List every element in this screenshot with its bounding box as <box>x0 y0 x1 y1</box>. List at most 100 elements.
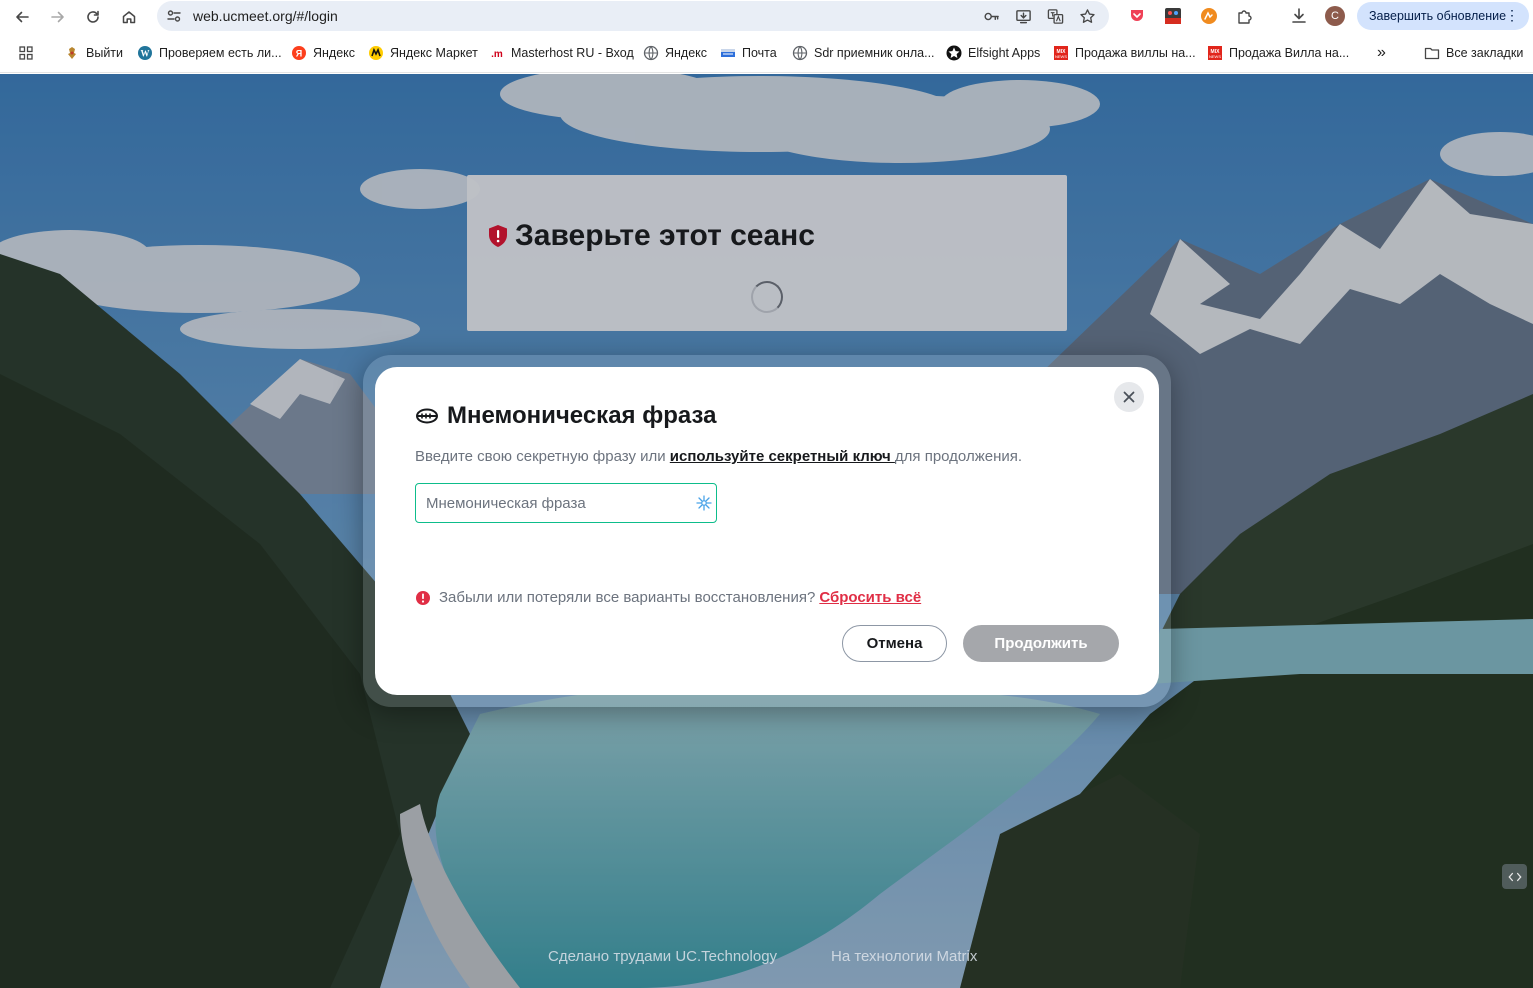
arrow-right-icon <box>51 11 64 23</box>
bookmark-label: Sdr приемник онла... <box>814 46 935 60</box>
bookmark-item[interactable]: Почта <box>720 44 777 62</box>
mix-icon: MIX NEWS <box>1053 45 1069 61</box>
bookmark-label: Яндекс Маркет <box>390 46 478 60</box>
bookmark-item[interactable]: Яндекс <box>643 44 707 62</box>
web-page: Заверьте этот сеанс Мнемоническая фраза … <box>0 74 1533 988</box>
made-by-link[interactable]: Сделано трудами UC.Technology <box>548 948 777 965</box>
profile-avatar[interactable]: C <box>1325 6 1345 26</box>
extension-orange-button[interactable] <box>1199 6 1219 26</box>
bookmark-label: Masterhost RU - Вход <box>511 46 634 60</box>
globe-icon <box>792 45 808 61</box>
crest-icon <box>64 45 80 61</box>
finish-update-button[interactable]: Завершить обновление ⋮ <box>1357 2 1529 30</box>
apps-grid-icon <box>18 45 34 61</box>
loading-spinner <box>751 281 783 313</box>
extension-orange-icon <box>1201 8 1217 24</box>
globe-icon <box>643 45 659 61</box>
bookmarks-bar: Выйти W Проверяем есть ли... Я Яндекс Ян… <box>0 33 1533 73</box>
svg-text:.m: .m <box>491 49 503 60</box>
yandex-icon: Я <box>291 45 307 61</box>
description-text-end: для продолжения. <box>894 448 1023 465</box>
mnemonic-phrase-field[interactable] <box>415 483 717 523</box>
bookmark-item[interactable]: Выйти <box>64 44 123 62</box>
code-icon <box>1507 872 1522 881</box>
dialog-description: Введите свою секретную фразу или использ… <box>415 448 1022 465</box>
alert-circle-icon <box>416 590 430 605</box>
bookmark-item[interactable]: MIX NEWS Продажа Вилла на... <box>1207 44 1349 62</box>
install-app-button[interactable] <box>1013 6 1033 26</box>
mnemonic-dialog: Мнемоническая фраза Введите свою секретн… <box>375 367 1159 695</box>
bookmark-label: Почта <box>742 46 777 60</box>
bookmark-label: Яндекс <box>665 46 708 60</box>
password-manager-icon[interactable] <box>695 494 713 512</box>
use-security-key-link[interactable]: используйте секретный ключ <box>670 448 895 465</box>
svg-text:Я: Я <box>296 49 302 59</box>
url-text[interactable]: web.ucmeet.org/#/login <box>193 8 338 24</box>
translate-button[interactable] <box>1045 6 1065 26</box>
site-settings-icon[interactable] <box>166 8 182 24</box>
powered-by-link[interactable]: На технологии Matrix <box>831 948 977 965</box>
elfsight-icon <box>946 45 962 61</box>
more-bookmarks-button[interactable]: » <box>1377 44 1386 62</box>
bookmark-item[interactable]: W Проверяем есть ли... <box>137 44 282 62</box>
bookmark-item[interactable]: Я Яндекс <box>291 44 355 62</box>
continue-button[interactable]: Продолжить <box>963 625 1119 662</box>
home-button[interactable] <box>116 4 142 30</box>
bookmark-item[interactable]: MIX NEWS Продажа виллы на... <box>1053 44 1196 62</box>
key-icon <box>983 12 999 20</box>
mail-icon <box>720 45 736 61</box>
home-icon <box>122 11 136 24</box>
arrow-left-icon <box>16 11 29 23</box>
bookmark-label: Продажа Вилла на... <box>1229 46 1350 60</box>
profile-initial: C <box>1331 10 1339 22</box>
reset-all-link[interactable]: Сбросить всё <box>819 589 921 606</box>
kebab-menu-icon[interactable]: ⋮ <box>1505 8 1519 22</box>
extension-pocket-button[interactable] <box>1127 6 1147 26</box>
recovery-warning: Забыли или потеряли все варианты восстан… <box>415 589 921 606</box>
warning-text: Забыли или потеряли все варианты восстан… <box>439 589 816 606</box>
reload-icon <box>87 10 99 23</box>
svg-text:NEWS: NEWS <box>1055 54 1067 59</box>
svg-text:NEWS: NEWS <box>1209 54 1221 59</box>
bookmark-item[interactable]: .m Masterhost RU - Вход <box>489 44 634 62</box>
adblock-off-icon <box>1165 8 1181 24</box>
cancel-button[interactable]: Отмена <box>842 625 947 662</box>
password-key-button[interactable] <box>981 6 1001 26</box>
all-bookmarks-label: Все закладки <box>1446 46 1524 60</box>
verify-session-title: Заверьте этот сеанс <box>515 219 815 252</box>
pocket-icon <box>1131 10 1143 21</box>
yandex-market-icon <box>368 45 384 61</box>
mnemonic-phrase-input[interactable] <box>416 484 686 522</box>
bookmark-item[interactable]: Sdr приемник онла... <box>792 44 935 62</box>
apps-grid-button[interactable] <box>18 44 40 62</box>
chevron-double-right-icon: » <box>1377 44 1386 61</box>
forward-button[interactable] <box>45 4 71 30</box>
bookmark-label: Elfsight Apps <box>968 46 1041 60</box>
mix-icon: MIX NEWS <box>1207 45 1223 61</box>
close-button[interactable] <box>1114 382 1144 412</box>
install-icon <box>1015 9 1031 23</box>
bookmark-label: Выйти <box>86 46 124 60</box>
update-label: Завершить обновление <box>1369 9 1507 23</box>
svg-text:W: W <box>141 49 150 59</box>
reload-button[interactable] <box>80 4 106 30</box>
back-button[interactable] <box>9 4 35 30</box>
verify-session-card: Заверьте этот сеанс <box>467 175 1067 331</box>
downloads-button[interactable] <box>1289 6 1309 26</box>
extension-adblock-button[interactable] <box>1163 6 1183 26</box>
address-bar[interactable]: web.ucmeet.org/#/login <box>157 1 1109 31</box>
bookmark-item[interactable]: Elfsight Apps <box>946 44 1040 62</box>
translate-icon <box>1047 8 1063 24</box>
extensions-menu-button[interactable] <box>1235 6 1255 26</box>
masterhost-icon: .m <box>489 45 505 61</box>
bookmark-item[interactable]: Яндекс Маркет <box>368 44 478 62</box>
browser-toolbar: web.ucmeet.org/#/login C Завершить обнов… <box>0 0 1533 33</box>
devtools-tab[interactable] <box>1502 864 1527 889</box>
close-icon <box>1123 391 1135 403</box>
all-bookmarks-button[interactable]: Все закладки <box>1424 44 1523 62</box>
bookmark-star-button[interactable] <box>1077 6 1097 26</box>
description-text: Введите свою секретную фразу или <box>415 448 670 465</box>
passphrase-icon <box>416 408 438 424</box>
verify-session-heading: Заверьте этот сеанс <box>487 219 815 253</box>
puzzle-icon <box>1238 10 1252 24</box>
